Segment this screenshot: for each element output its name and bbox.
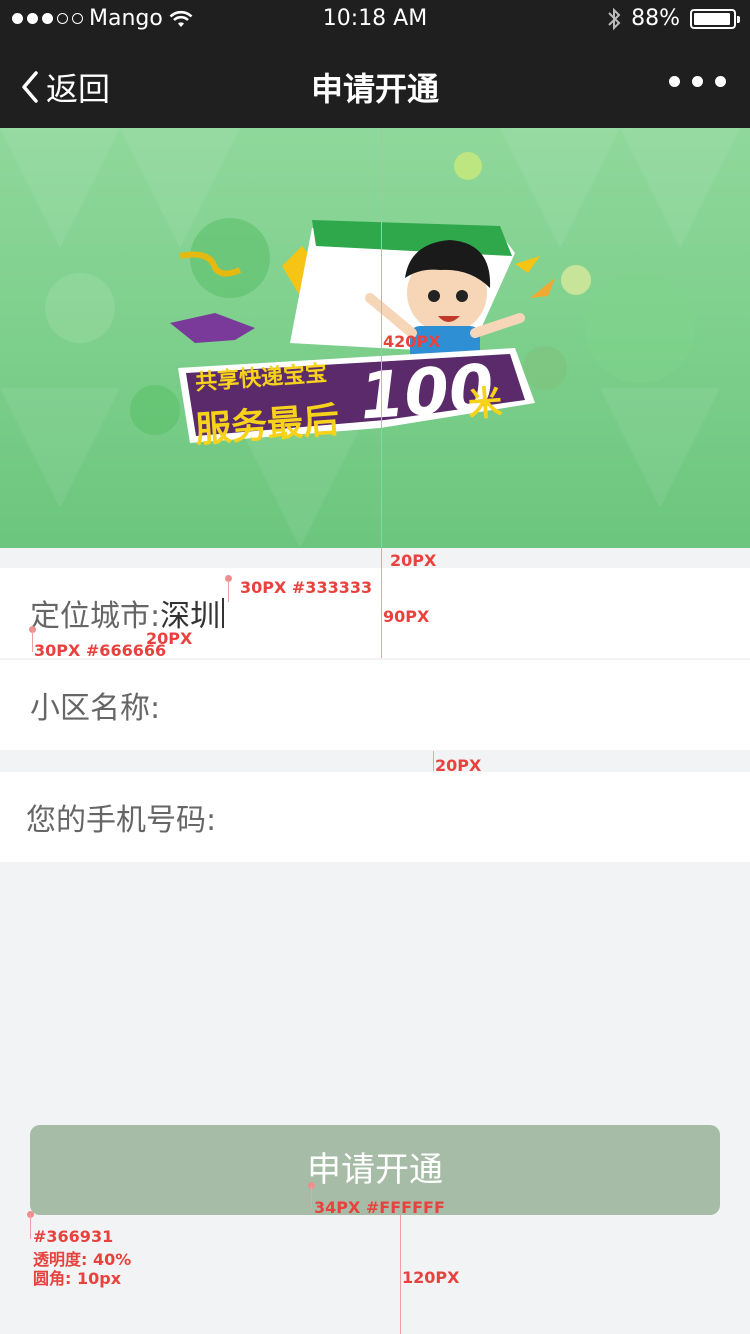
community-label: 小区名称: [30,691,161,726]
battery-icon [690,8,740,29]
measure-line [433,751,434,771]
promo-banner: 共享快递宝宝 服务最后 100 米 [0,128,750,548]
anno-value-spec: 30PX #333333 [240,578,373,597]
phone-label: 您的手机号码: [26,803,217,838]
phone-input[interactable] [216,786,750,848]
measure-line [381,128,382,658]
page-title: 申请开通 [310,70,439,108]
measure-line [311,1186,312,1210]
anno-button-bottom: 120PX [402,1268,460,1287]
phone-row[interactable]: 您的手机号码: [0,772,750,862]
banner-illustration [0,128,750,548]
measure-line [30,1215,31,1239]
anno-button-radius: 圆角: 10px [33,1269,122,1288]
anno-row-height: 90PX [383,607,430,626]
status-bar: Mango 10:18 AM 88% [0,0,750,40]
anno-label-spec: 30PX #666666 [34,641,167,660]
anno-button-color: #366931 [33,1227,114,1246]
status-right: 88% [607,6,740,31]
banner-unit: 米 [466,382,504,426]
anno-banner-height: 420PX [383,332,441,351]
more-dots-icon[interactable] [669,76,726,87]
nav-bar: 返回 申请开通 [0,40,750,128]
community-input[interactable] [160,674,750,736]
text-cursor [222,598,225,628]
anno-gap-top: 20PX [390,551,437,570]
measure-line [32,630,33,652]
anno-button-text-spec: 34PX #FFFFFF [314,1198,445,1217]
bluetooth-icon [608,7,621,30]
community-row[interactable]: 小区名称: [0,660,750,750]
anno-gap-mid: 20PX [435,756,482,775]
banner-line2: 服务最后 [193,400,341,451]
measure-line [400,1215,401,1334]
city-label: 定位城市: [30,599,161,634]
measure-line [228,580,229,602]
battery-percent: 88% [631,6,680,31]
